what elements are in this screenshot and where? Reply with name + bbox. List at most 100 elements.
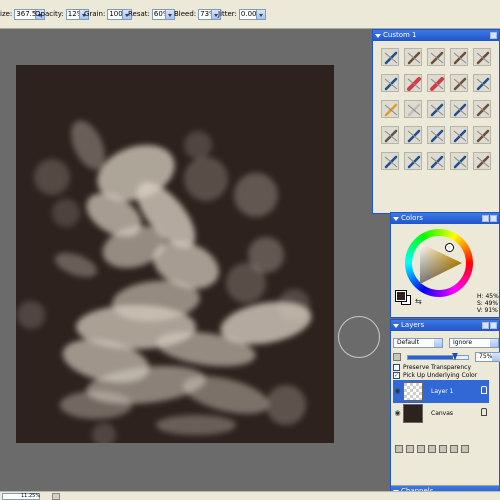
collapse-icon[interactable] bbox=[375, 34, 381, 38]
saturation-readout: S: 49% bbox=[477, 300, 499, 307]
brush-variant-16[interactable] bbox=[381, 126, 399, 144]
brush-variant-2[interactable] bbox=[404, 48, 422, 66]
layer-thumbnail bbox=[403, 404, 423, 423]
hue-ring[interactable] bbox=[405, 229, 473, 297]
brush-variant-22[interactable] bbox=[404, 152, 422, 170]
pen-icon bbox=[476, 77, 490, 91]
brush-variant-25[interactable] bbox=[473, 152, 491, 170]
eye-icon[interactable]: ◉ bbox=[393, 381, 402, 402]
dynamic-plugins-icon[interactable] bbox=[406, 445, 414, 453]
colors-palette-title: Colors bbox=[401, 214, 423, 222]
eye-icon[interactable]: ◉ bbox=[393, 403, 402, 424]
brush-variant-23[interactable] bbox=[427, 152, 445, 170]
brush-variant-4[interactable] bbox=[450, 48, 468, 66]
collapse-icon[interactable] bbox=[393, 324, 399, 328]
brush-variant-17[interactable] bbox=[404, 126, 422, 144]
brush-variant-19[interactable] bbox=[450, 126, 468, 144]
composite-row: Default Ignore bbox=[393, 338, 499, 348]
brush-variant-5[interactable] bbox=[473, 48, 491, 66]
brush-variant-21[interactable] bbox=[381, 152, 399, 170]
painting-canvas[interactable] bbox=[16, 65, 334, 443]
layer-row-layer-1[interactable]: ◉ Layer 1 bbox=[393, 380, 489, 403]
new-mask-icon[interactable] bbox=[450, 445, 458, 453]
brush-variant-14[interactable] bbox=[450, 100, 468, 118]
layer-name: Layer 1 bbox=[431, 388, 454, 395]
marker-icon bbox=[407, 77, 421, 91]
preserve-transparency-checkbox[interactable] bbox=[393, 364, 400, 371]
layer-row-canvas[interactable]: ◉ Canvas bbox=[393, 402, 489, 425]
collapse-icon[interactable] bbox=[393, 217, 399, 221]
pick-up-underlying-checkbox[interactable]: ✓ bbox=[393, 372, 400, 379]
hue-selector[interactable] bbox=[446, 244, 453, 251]
zoom-field[interactable]: 11.25% bbox=[2, 493, 40, 500]
brush-variant-24[interactable] bbox=[450, 152, 468, 170]
main-color-swatch[interactable] bbox=[395, 290, 407, 302]
colors-palette-titlebar[interactable]: Colors bbox=[391, 213, 499, 224]
pencil-icon bbox=[407, 103, 421, 117]
paint-roller-icon bbox=[384, 129, 398, 143]
composite-method-select[interactable]: Default bbox=[393, 338, 443, 348]
brush-variant-18[interactable] bbox=[427, 126, 445, 144]
grain-field[interactable]: 100 bbox=[107, 9, 124, 20]
layers-palette-titlebar[interactable]: Layers bbox=[391, 320, 499, 331]
delete-layer-icon[interactable] bbox=[461, 445, 469, 453]
resat-field[interactable]: 60% bbox=[151, 9, 166, 20]
layer-adjuster-icon[interactable] bbox=[395, 445, 403, 453]
brush-variant-15[interactable] bbox=[473, 100, 491, 118]
custom-palette-title: Custom 1 bbox=[383, 31, 417, 39]
bleed-control: Bleed: 73% bbox=[174, 9, 222, 20]
palette-menu-button[interactable] bbox=[482, 215, 489, 222]
lock-icon[interactable] bbox=[481, 408, 487, 416]
brush-icon bbox=[476, 129, 490, 143]
bleed-label: Bleed: bbox=[174, 10, 197, 18]
brush-icon bbox=[430, 51, 444, 65]
brush-variant-6[interactable] bbox=[381, 74, 399, 92]
jitter-control: Jitter: 0.00 bbox=[218, 9, 266, 20]
palette-menu-button[interactable] bbox=[482, 322, 489, 329]
layer-opacity-field[interactable]: 75% bbox=[475, 352, 500, 362]
brush-variant-9[interactable] bbox=[450, 74, 468, 92]
grain-label: Grain: bbox=[84, 10, 106, 18]
value-readout: V: 91% bbox=[477, 307, 498, 314]
group-layers-icon[interactable] bbox=[439, 445, 447, 453]
resat-control: Resat: 60% bbox=[128, 9, 175, 20]
brush-variant-8[interactable] bbox=[427, 74, 445, 92]
layer-name: Canvas bbox=[431, 410, 454, 417]
resat-label: Resat: bbox=[128, 10, 150, 18]
saturation-triangle[interactable] bbox=[412, 236, 466, 290]
opacity-field[interactable]: 12% bbox=[65, 9, 80, 20]
swap-colors-icon[interactable]: ⇆ bbox=[415, 297, 422, 306]
jitter-field[interactable]: 0.00 bbox=[238, 9, 257, 20]
layer-thumbnail bbox=[403, 382, 423, 401]
pen-icon bbox=[407, 155, 421, 169]
brush-variant-11[interactable] bbox=[381, 100, 399, 118]
brush-variant-10[interactable] bbox=[473, 74, 491, 92]
jitter-dropdown-arrow[interactable] bbox=[256, 9, 266, 20]
size-field[interactable]: 367.5 bbox=[14, 9, 37, 20]
brush-variant-1[interactable] bbox=[381, 48, 399, 66]
status-bar: 11.25% bbox=[0, 491, 500, 500]
layer-opacity-fill bbox=[408, 355, 453, 359]
zoom-dropdown-arrow[interactable] bbox=[52, 493, 60, 500]
layer-mask-icon[interactable] bbox=[417, 445, 425, 453]
layers-palette: Layers Default Ignore 75% Preserve Trans… bbox=[390, 319, 500, 500]
opacity-control: Opacity: 12% bbox=[35, 9, 89, 20]
brush-variant-3[interactable] bbox=[427, 48, 445, 66]
brush-variant-13[interactable] bbox=[427, 100, 445, 118]
hue-ring-inner bbox=[412, 236, 466, 290]
lock-icon[interactable] bbox=[481, 386, 487, 394]
bleed-field[interactable]: 73% bbox=[198, 9, 213, 20]
brush-variant-20[interactable] bbox=[473, 126, 491, 144]
composite-depth-select[interactable]: Ignore bbox=[449, 338, 499, 348]
star-brush-icon bbox=[384, 103, 398, 117]
grain-control: Grain: 100 bbox=[84, 9, 133, 20]
new-layer-icon[interactable] bbox=[428, 445, 436, 453]
layer-opacity-slider[interactable] bbox=[407, 352, 469, 361]
palette-close-button[interactable] bbox=[490, 32, 497, 39]
custom-palette-titlebar[interactable]: Custom 1 bbox=[373, 30, 499, 41]
brush-variant-7[interactable] bbox=[404, 74, 422, 92]
canvas-workspace[interactable] bbox=[0, 29, 390, 491]
palette-close-button[interactable] bbox=[490, 215, 497, 222]
brush-variant-12[interactable] bbox=[404, 100, 422, 118]
palette-close-button[interactable] bbox=[490, 322, 497, 329]
